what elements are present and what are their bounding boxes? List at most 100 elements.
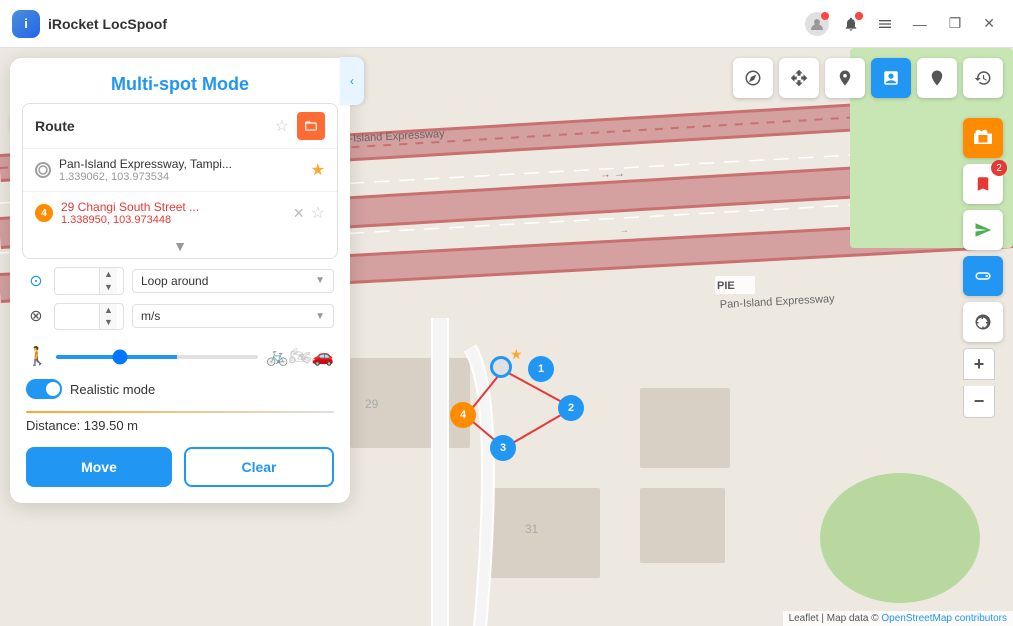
route-dot-1 <box>35 162 51 178</box>
route-item-4[interactable]: 4 29 Changi South Street ... 1.338950, 1… <box>23 191 337 234</box>
close-button[interactable]: ✕ <box>977 13 1001 34</box>
speed-icon: ⊗ <box>26 306 46 326</box>
teleport-tool[interactable] <box>917 58 957 98</box>
favorite-icon[interactable]: ☆ <box>275 116 289 136</box>
svg-text:PIE: PIE <box>717 280 735 292</box>
route-header-icons: ☆ <box>275 112 325 140</box>
loop-mode-chevron: ▼ <box>315 275 325 286</box>
controls-section: ⊙ 2 ▲ ▼ Loop around ▼ ⊗ 7.27 <box>10 259 350 346</box>
speed-spinners: ▲ ▼ <box>99 304 117 330</box>
route-label: Route <box>35 118 75 134</box>
route-item-info-4: 29 Changi South Street ... 1.338950, 103… <box>61 200 285 226</box>
route-item-1[interactable]: Pan-Island Expressway, Tampi... 1.339062… <box>23 148 337 191</box>
saved-routes-button[interactable]: 2 <box>963 164 1003 204</box>
user-avatar[interactable] <box>805 12 829 36</box>
route-item-coords-1: 1.339062, 103.973534 <box>59 171 303 183</box>
distance-line <box>26 411 334 413</box>
loop-count-input[interactable]: 2 ▲ ▼ <box>54 267 124 295</box>
loop-icon: ⊙ <box>26 271 46 291</box>
panel-title: Multi-spot Mode <box>10 58 350 103</box>
share-location-button[interactable] <box>963 210 1003 250</box>
minimize-button[interactable]: — <box>907 14 933 34</box>
move-tool[interactable] <box>779 58 819 98</box>
leaflet-credit: Leaflet <box>789 613 819 624</box>
speed-unit-label: m/s <box>141 309 160 323</box>
titlebar-left: i iRocket LocSpoof <box>12 10 167 38</box>
svg-text:→: → <box>620 225 630 235</box>
route-item-name-4: 29 Changi South Street ... <box>61 200 251 214</box>
expand-button[interactable]: ▼ <box>23 234 337 258</box>
app-title: iRocket LocSpoof <box>48 16 167 32</box>
route-header: Route ☆ <box>23 104 337 148</box>
history-tool[interactable] <box>963 58 1003 98</box>
svg-text:29: 29 <box>365 397 379 411</box>
expand-icon: ▼ <box>173 238 187 254</box>
speed-unit-chevron: ▼ <box>315 311 325 322</box>
route-item-name-1: Pan-Island Expressway, Tampi... <box>59 157 249 171</box>
map-attribution: Leaflet | Map data © OpenStreetMap contr… <box>783 611 1013 626</box>
map-area[interactable]: → → → → → 29 <box>0 48 1013 626</box>
move-button[interactable]: Move <box>26 447 172 487</box>
bike-icon[interactable]: 🚲 <box>266 346 288 367</box>
loop-mode-select[interactable]: Loop around ▼ <box>132 269 334 293</box>
distance-row: Distance: 139.50 m <box>10 407 350 447</box>
route-item-coords-4: 1.338950, 103.973448 <box>61 214 285 226</box>
svg-text:→: → <box>420 245 430 255</box>
map-star: ★ <box>510 346 523 363</box>
map-start-dot <box>490 356 512 378</box>
route-item-actions-1: ★ <box>311 160 325 180</box>
toggle-knob <box>46 382 60 396</box>
route-star-4[interactable]: ☆ <box>311 203 325 223</box>
panel-collapse-button[interactable]: ‹ <box>340 57 364 105</box>
svg-text:31: 31 <box>525 522 539 536</box>
map-toolbar <box>733 58 1003 98</box>
moto-icon[interactable]: 🏍 <box>289 346 312 367</box>
map-dot-3: 3 <box>490 435 516 461</box>
multispot-tool[interactable] <box>871 58 911 98</box>
titlebar: i iRocket LocSpoof — ❐ ✕ <box>0 0 1013 48</box>
loop-count-spinners: ▲ ▼ <box>99 268 117 294</box>
transport-icons-row: 🚶 🚲 🏍 🚗 <box>10 346 350 375</box>
walk-icon[interactable]: 🚶 <box>26 346 48 367</box>
clear-button[interactable]: Clear <box>184 447 334 487</box>
import-folder-button[interactable] <box>297 112 325 140</box>
osm-link[interactable]: OpenStreetMap contributors <box>881 613 1007 624</box>
loop-count-field[interactable]: 2 <box>55 269 99 292</box>
compass-nav-button[interactable] <box>963 302 1003 342</box>
route-star-1[interactable]: ★ <box>311 160 325 180</box>
route-item-info-1: Pan-Island Expressway, Tampi... 1.339062… <box>59 157 303 183</box>
speed-up[interactable]: ▲ <box>100 304 117 317</box>
zoom-in-button[interactable]: + <box>963 348 995 380</box>
menu-icon[interactable] <box>873 12 897 36</box>
route-tool[interactable] <box>825 58 865 98</box>
toggle-button[interactable] <box>963 256 1003 296</box>
zoom-out-button[interactable]: − <box>963 386 995 418</box>
speed-down[interactable]: ▼ <box>100 316 117 329</box>
speed-value-input[interactable]: 7.27 ▲ ▼ <box>54 303 124 331</box>
realistic-mode-row: Realistic mode <box>10 375 350 407</box>
import-route-button[interactable] <box>963 118 1003 158</box>
loop-count-down[interactable]: ▼ <box>100 281 117 294</box>
realistic-mode-toggle[interactable] <box>26 379 62 399</box>
app-logo: i <box>12 10 40 38</box>
map-dot-1: 1 <box>528 356 554 382</box>
speed-value-field[interactable]: 7.27 <box>55 305 99 328</box>
maximize-button[interactable]: ❐ <box>943 13 968 34</box>
map-dot-4: 4 <box>450 402 476 428</box>
left-panel: Multi-spot Mode ‹ Route ☆ Pan- <box>10 58 350 503</box>
compass-tool[interactable] <box>733 58 773 98</box>
car-icon[interactable]: 🚗 <box>312 346 334 367</box>
speed-slider[interactable] <box>56 355 258 359</box>
loop-count-up[interactable]: ▲ <box>100 268 117 281</box>
speed-control-row: ⊗ 7.27 ▲ ▼ m/s ▼ <box>26 303 334 331</box>
notification-bell[interactable] <box>839 12 863 36</box>
loop-mode-label: Loop around <box>141 274 208 288</box>
route-delete-4[interactable]: ✕ <box>293 205 305 222</box>
titlebar-right: — ❐ ✕ <box>805 12 1001 36</box>
speed-unit-select[interactable]: m/s ▼ <box>132 304 334 328</box>
route-section: Route ☆ Pan-Island Expressway, Tampi... … <box>22 103 338 259</box>
loop-control-row: ⊙ 2 ▲ ▼ Loop around ▼ <box>26 267 334 295</box>
route-item-actions-4: ✕ ☆ <box>293 203 325 223</box>
action-buttons: Move Clear <box>10 447 350 487</box>
distance-text: Distance: 139.50 m <box>26 418 138 433</box>
